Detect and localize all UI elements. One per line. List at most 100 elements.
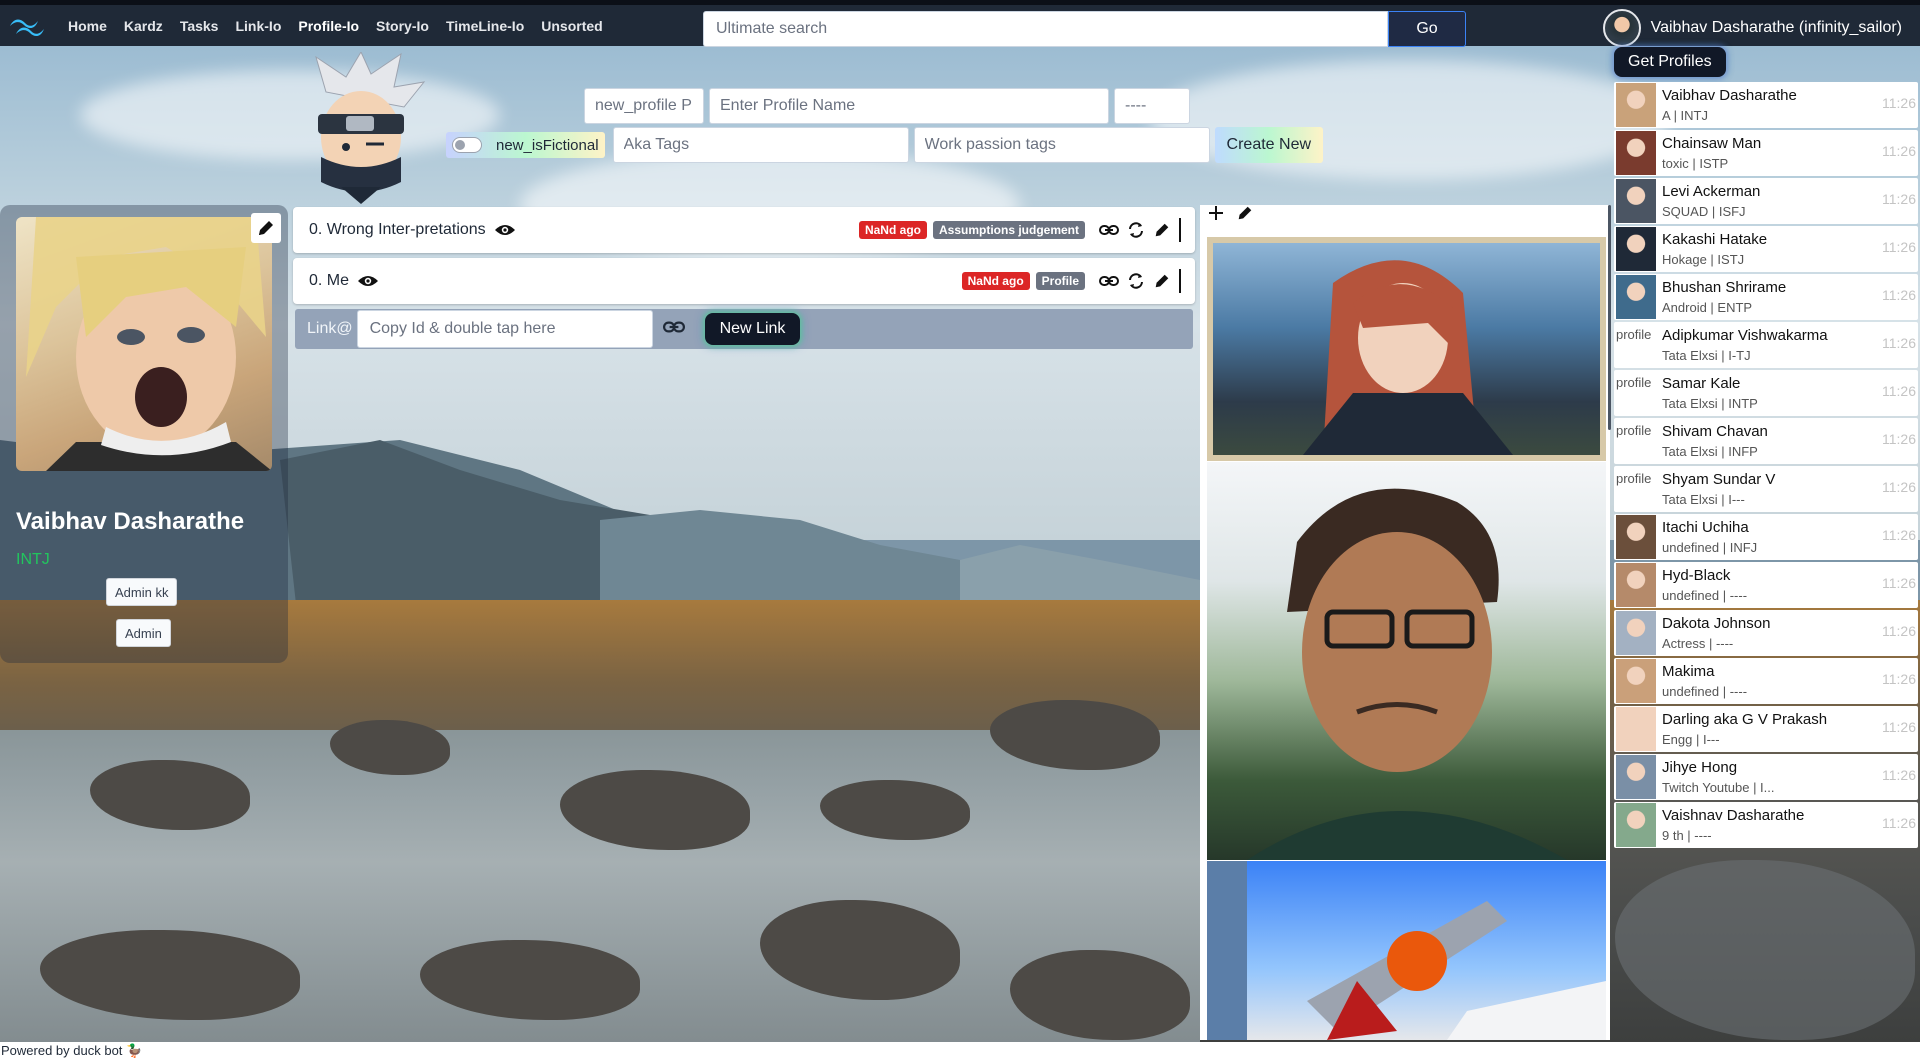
nav-home[interactable]: Home: [68, 18, 107, 34]
list-item[interactable]: Jihye Hong Twitch Youtube | I... 11:26: [1614, 754, 1918, 800]
timestamp: 11:26: [1882, 767, 1916, 783]
edit-profile-pencil-icon[interactable]: [251, 213, 281, 243]
nav-timeline-io[interactable]: TimeLine-Io: [446, 18, 524, 34]
link-icon[interactable]: [1099, 275, 1119, 287]
timestamp: 11:26: [1882, 383, 1916, 399]
timestamp: 11:26: [1882, 527, 1916, 543]
profile-subtitle: Hokage | ISTJ: [1662, 252, 1745, 267]
list-item[interactable]: 0. Wrong Inter-pretations NaNd ago Assum…: [293, 207, 1195, 253]
work-passion-tags-input[interactable]: [913, 127, 1210, 163]
list-item[interactable]: Vaishnav Dasharathe 9 th | ---- 11:26: [1614, 802, 1918, 848]
list-item[interactable]: Vaibhav Dasharathe A | INTJ 11:26: [1614, 82, 1918, 128]
user-name: Vaibhav Dasharathe (infinity_sailor): [1650, 19, 1902, 36]
avatar: [1616, 563, 1656, 607]
link-id-input[interactable]: [356, 310, 653, 348]
timestamp: 11:26: [1882, 815, 1916, 831]
user-menu[interactable]: Vaibhav Dasharathe (infinity_sailor): [1602, 9, 1902, 47]
admin-button[interactable]: Admin: [116, 619, 171, 647]
profile-subtitle: Tata Elxsi | INTP: [1662, 396, 1758, 411]
profile-text: Dakota Johnson Actress | ----: [1662, 615, 1770, 651]
timestamp: 11:26: [1882, 671, 1916, 687]
profile-subtitle: 9 th | ----: [1662, 828, 1712, 843]
fictional-toggle[interactable]: new_isFictional: [446, 132, 605, 158]
list-item[interactable]: Hyd-Black undefined | ---- 11:26: [1614, 562, 1918, 608]
nav-link-io[interactable]: Link-Io: [235, 18, 281, 34]
profile-text: Chainsaw Man toxic | ISTP: [1662, 135, 1761, 171]
list-item[interactable]: Darling aka G V Prakash Engg | I--- 11:26: [1614, 706, 1918, 752]
profile-name: Makima: [1662, 663, 1715, 680]
profile-text: Bhushan Shrirame Android | ENTP: [1662, 279, 1786, 315]
list-item[interactable]: 0. Me NaNd ago Profile: [293, 258, 1195, 304]
profile-text: Jihye Hong Twitch Youtube | I...: [1662, 759, 1775, 795]
timestamp: 11:26: [1882, 335, 1916, 351]
nav-unsorted[interactable]: Unsorted: [541, 18, 602, 34]
list-item[interactable]: Bhushan Shrirame Android | ENTP 11:26: [1614, 274, 1918, 320]
profile-text: Levi Ackerman SQUAD | ISFJ: [1662, 183, 1760, 219]
nav-profile-io[interactable]: Profile-Io: [298, 18, 359, 34]
refresh-icon[interactable]: [1127, 221, 1145, 239]
toggle-switch[interactable]: [452, 137, 482, 153]
profile-text: Darling aka G V Prakash Engg | I---: [1662, 711, 1827, 747]
profile-text: Adipkumar Vishwakarma Tata Elxsi | I-TJ: [1662, 327, 1828, 363]
profile-subtitle: Android | ENTP: [1662, 300, 1753, 315]
list-item[interactable]: Makima undefined | ---- 11:26: [1614, 658, 1918, 704]
profile-name: Bhushan Shrirame: [1662, 279, 1787, 296]
list-item-title: 0. Wrong Inter-pretations: [309, 221, 486, 238]
profile-name: Jihye Hong: [1662, 759, 1738, 776]
profile-name-input[interactable]: [709, 88, 1109, 124]
profile-image: [16, 217, 272, 471]
list-item[interactable]: Kakashi Hatake Hokage | ISTJ 11:26: [1614, 226, 1918, 272]
image-toolbar: [1208, 204, 1266, 222]
top-navbar: Home Kardz Tasks Link-Io Profile-Io Stor…: [0, 0, 1920, 47]
edit-pencil-icon[interactable]: [1153, 221, 1171, 239]
link-icon[interactable]: [1099, 224, 1119, 236]
gallery-image[interactable]: [1207, 861, 1606, 1040]
avatar[interactable]: [1602, 9, 1641, 47]
profile-text: Hyd-Black undefined | ----: [1662, 567, 1747, 603]
edit-pencil-icon[interactable]: [1153, 272, 1171, 290]
profile-text: Vaishnav Dasharathe 9 th | ----: [1662, 807, 1804, 843]
nav-story-io[interactable]: Story-Io: [376, 18, 429, 34]
time-badge: NaNd ago: [961, 272, 1030, 290]
go-button[interactable]: Go: [1388, 11, 1466, 47]
profile-subtitle: undefined | ----: [1662, 588, 1748, 603]
eye-icon[interactable]: [357, 274, 379, 288]
divider: [1179, 269, 1181, 293]
list-item[interactable]: Chainsaw Man toxic | ISTP 11:26: [1614, 130, 1918, 176]
refresh-icon[interactable]: [1127, 272, 1145, 290]
tailwind-logo-icon[interactable]: [8, 13, 48, 39]
profile-subtitle: Actress | ----: [1662, 636, 1734, 651]
mbti-input[interactable]: [1114, 88, 1190, 124]
list-item[interactable]: Levi Ackerman SQUAD | ISFJ 11:26: [1614, 178, 1918, 224]
list-item[interactable]: Dakota Johnson Actress | ---- 11:26: [1614, 610, 1918, 656]
create-new-button[interactable]: Create New: [1214, 127, 1324, 163]
aka-tags-input[interactable]: [612, 127, 909, 163]
list-item[interactable]: profile Shivam Chavan Tata Elxsi | INFP 11:…: [1614, 418, 1918, 464]
timestamp: 11:26: [1882, 623, 1916, 639]
list-item[interactable]: profile Samar Kale Tata Elxsi | INTP 11:26: [1614, 370, 1918, 416]
admin-kk-button[interactable]: Admin kk: [106, 578, 178, 606]
search-input[interactable]: [703, 11, 1388, 47]
nav-tasks[interactable]: Tasks: [180, 18, 219, 34]
scrollbar[interactable]: [1608, 205, 1611, 430]
new-profile-id-input[interactable]: [584, 88, 704, 124]
profile-subtitle: SQUAD | ISFJ: [1662, 204, 1746, 219]
plus-icon[interactable]: [1208, 205, 1224, 221]
gallery-image[interactable]: [1207, 237, 1606, 461]
kakashi-mascot-icon: [306, 50, 426, 204]
get-profiles-button[interactable]: Get Profiles: [1614, 47, 1726, 77]
gallery-image[interactable]: [1207, 462, 1606, 860]
nav-kardz[interactable]: Kardz: [124, 18, 163, 34]
list-item[interactable]: Itachi Uchiha undefined | INFJ 11:26: [1614, 514, 1918, 560]
link-icon[interactable]: [662, 320, 685, 339]
eye-icon[interactable]: [494, 223, 516, 237]
link-label: Link@: [307, 320, 353, 337]
time-badge: NaNd ago: [858, 221, 927, 239]
list-item[interactable]: profile Shyam Sundar V Tata Elxsi | I--- 11…: [1614, 466, 1918, 512]
new-link-bar: Link@ New Link: [295, 309, 1193, 349]
edit-pencil-icon[interactable]: [1236, 204, 1254, 222]
avatar: [1616, 275, 1656, 319]
list-item[interactable]: profile Adipkumar Vishwakarma Tata Elxsi |…: [1614, 322, 1918, 368]
timestamp: 11:26: [1882, 719, 1916, 735]
new-link-button[interactable]: New Link: [704, 313, 801, 345]
